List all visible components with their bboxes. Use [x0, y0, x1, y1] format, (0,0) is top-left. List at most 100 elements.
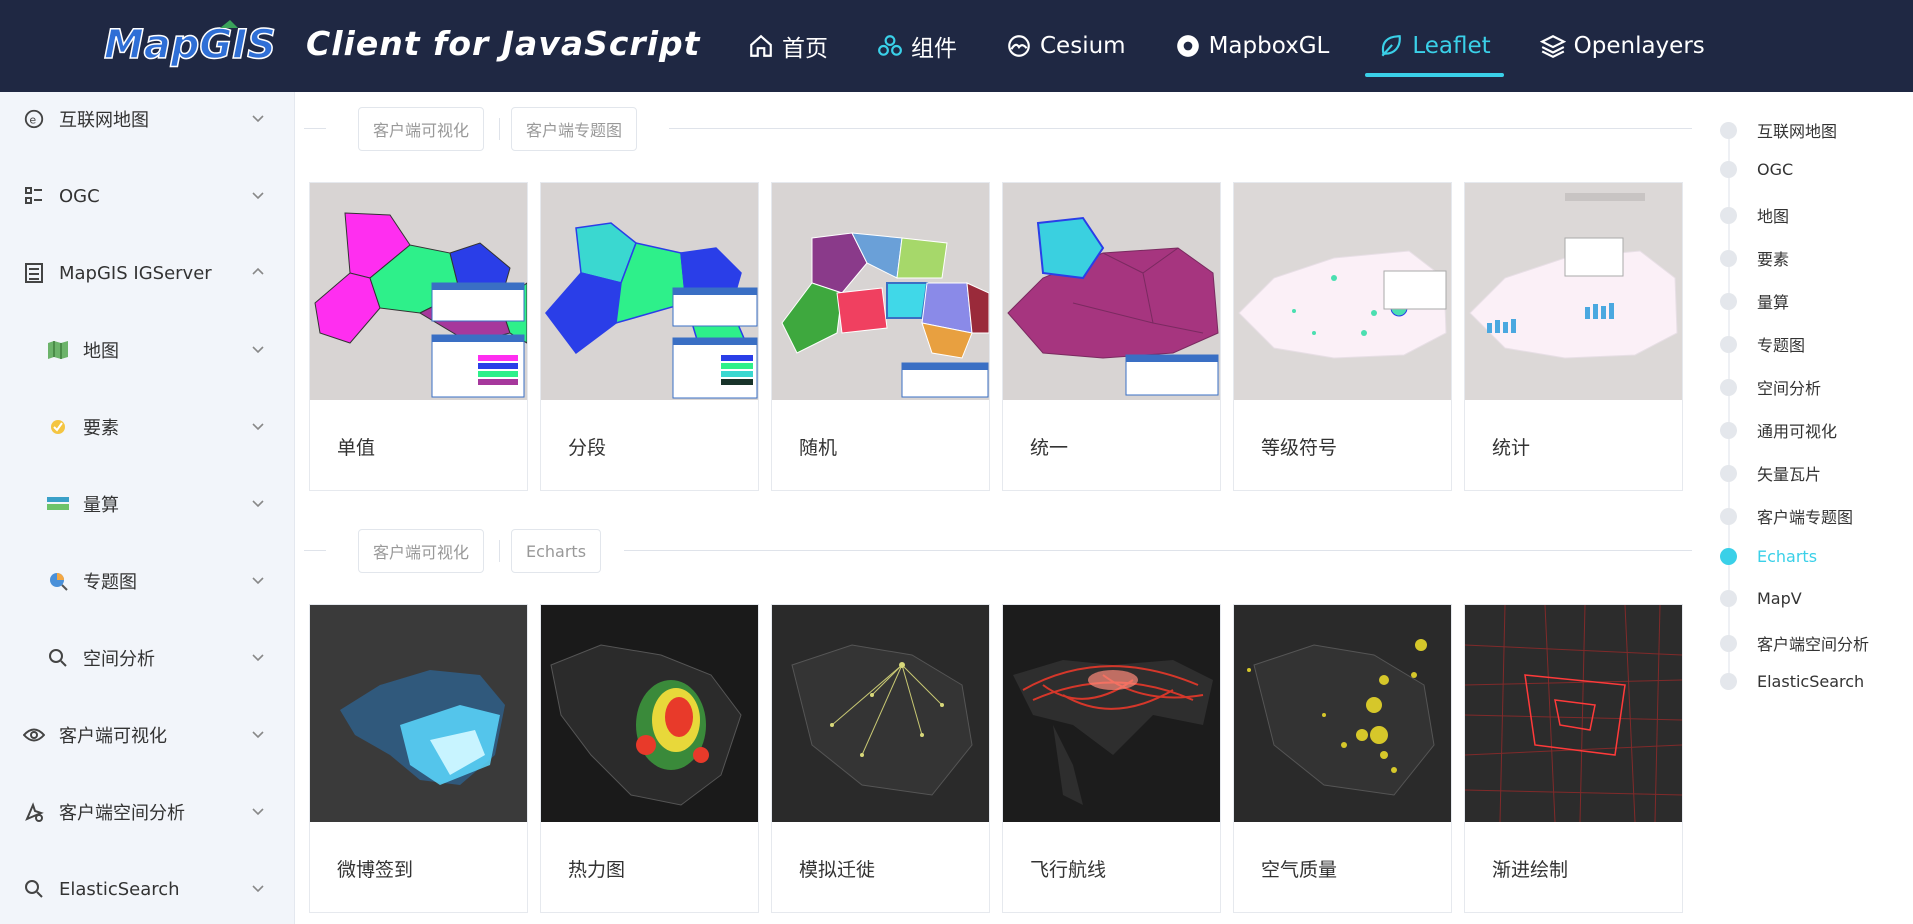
- sidebar-item-igserver[interactable]: MapGIS IGServer: [0, 248, 294, 298]
- anchor-item-measure[interactable]: 量算: [1720, 289, 1789, 313]
- sidebar-item-label: 空间分析: [83, 649, 155, 670]
- nav-mapboxgl[interactable]: MapboxGL: [1162, 0, 1343, 92]
- sidebar-item-internet-map[interactable]: e 互联网地图: [0, 94, 294, 144]
- map-icon: [45, 337, 71, 363]
- card-range[interactable]: 分段: [540, 182, 759, 491]
- sidebar-item-label: 量算: [83, 495, 119, 516]
- nav-openlayers[interactable]: Openlayers: [1527, 0, 1718, 92]
- sidebar-item-elasticsearch[interactable]: ElasticSearch: [0, 864, 294, 914]
- anchor-dot: [1720, 206, 1737, 224]
- anchor-dot: [1720, 292, 1737, 310]
- card-heatmap[interactable]: 热力图: [540, 604, 759, 913]
- card-migration[interactable]: 模拟迁徙: [771, 604, 990, 913]
- mapbox-icon: [1176, 35, 1199, 57]
- sidebar-item-thematic[interactable]: 专题图: [0, 556, 294, 606]
- nav-leaflet[interactable]: Leaflet: [1365, 0, 1504, 92]
- nav-cesium[interactable]: Cesium: [993, 0, 1139, 92]
- sidebar-item-label: 互联网地图: [59, 110, 149, 131]
- card-progressive[interactable]: 渐进绘制: [1464, 604, 1683, 913]
- sidebar-item-ogc[interactable]: OGC: [0, 171, 294, 221]
- chevron-down-icon: [252, 654, 264, 662]
- thumb-echarts-migration: [772, 605, 989, 822]
- anchor-item-echarts[interactable]: Echarts: [1720, 547, 1817, 566]
- sidebar-item-feature[interactable]: 要素: [0, 402, 294, 452]
- internet-map-icon: e: [21, 106, 47, 132]
- anchor-dot: [1720, 378, 1737, 396]
- card-label: 微博签到: [337, 859, 414, 881]
- anchor-label: 客户端空间分析: [1757, 635, 1870, 654]
- sidebar-item-client-visual[interactable]: 客户端可视化: [0, 710, 294, 760]
- chip-client-visual[interactable]: 客户端可视化: [358, 107, 485, 151]
- thumb-echarts-flight: [1003, 605, 1220, 822]
- chevron-down-icon: [252, 115, 264, 123]
- sidebar-item-map[interactable]: 地图: [0, 325, 294, 375]
- anchor-label: 要素: [1757, 250, 1790, 269]
- card-label: 飞行航线: [1030, 859, 1107, 881]
- card-unique[interactable]: 单值: [309, 182, 528, 491]
- section-divider: [669, 128, 1692, 129]
- chevron-down-icon: [252, 192, 264, 200]
- leaf-icon: [1381, 35, 1402, 57]
- anchor-item-feature[interactable]: 要素: [1720, 246, 1789, 270]
- sidebar-item-label: OGC: [59, 185, 100, 207]
- anchor-item-vector-tile[interactable]: 矢量瓦片: [1720, 461, 1821, 485]
- sidebar-item-measure[interactable]: 量算: [0, 479, 294, 529]
- sidebar-item-client-analysis[interactable]: 客户端空间分析: [0, 787, 294, 837]
- card-label: 热力图: [568, 859, 626, 881]
- chip-client-thematic[interactable]: 客户端专题图: [511, 107, 638, 151]
- sidebar-item-label: ElasticSearch: [59, 878, 180, 900]
- nav-openlayers-label: Openlayers: [1573, 33, 1705, 59]
- anchor-item-ogc[interactable]: OGC: [1720, 160, 1793, 179]
- card-weibo[interactable]: 微博签到: [309, 604, 528, 913]
- section-divider: [304, 128, 326, 129]
- main-content: 客户端可视化 客户端专题图 单值 分段 随机 统一 等级符号 统计 客户端可视化…: [296, 92, 1696, 924]
- card-stat-chart[interactable]: 统计: [1464, 182, 1683, 491]
- anchor-nav: 互联网地图 OGC 地图 要素 量算 专题图 空间分析 通用可视化 矢量瓦片 客…: [1696, 92, 1913, 924]
- sidebar-item-label: 要素: [83, 418, 119, 439]
- sidebar-item-spatial-analysis[interactable]: 空间分析: [0, 633, 294, 683]
- sidebar-item-label: 客户端可视化: [59, 726, 167, 747]
- card-random[interactable]: 随机: [771, 182, 990, 491]
- search-icon: [21, 876, 47, 902]
- anchor-item-client-thematic[interactable]: 客户端专题图: [1720, 504, 1853, 528]
- card-label: 等级符号: [1261, 437, 1338, 459]
- anchor-item-client-analysis[interactable]: 客户端空间分析: [1720, 631, 1869, 655]
- logo-text: MapGIS: [104, 22, 276, 68]
- card-graduated[interactable]: 等级符号: [1233, 182, 1452, 491]
- chip-echarts[interactable]: Echarts: [511, 529, 602, 573]
- nav-home-label: 首页: [782, 36, 828, 62]
- anchor-dot: [1720, 161, 1737, 178]
- main-nav: 首页 组件 Cesium MapboxGL Leaflet Openlayers: [735, 0, 1741, 92]
- anchor-dot: [1720, 507, 1737, 525]
- thumb-thematic-random: [772, 183, 989, 400]
- chevron-down-icon: [252, 500, 264, 508]
- anchor-item-map[interactable]: 地图: [1720, 203, 1789, 227]
- card-label: 随机: [799, 437, 838, 459]
- sidebar-item-label: MapGIS IGServer: [59, 262, 212, 284]
- measure-icon: [45, 491, 71, 517]
- card-flight[interactable]: 飞行航线: [1002, 604, 1221, 913]
- anchor-item-elasticsearch[interactable]: ElasticSearch: [1720, 672, 1864, 691]
- mapgis-logo[interactable]: MapGIS: [102, 16, 290, 74]
- cesium-icon: [1008, 35, 1030, 57]
- anchor-item-thematic[interactable]: 专题图: [1720, 332, 1805, 356]
- anchor-item-common-visual[interactable]: 通用可视化: [1720, 418, 1837, 442]
- card-air-quality[interactable]: 空气质量: [1233, 604, 1452, 913]
- anchor-dot: [1720, 421, 1737, 439]
- nav-components[interactable]: 组件: [864, 0, 970, 92]
- anchor-item-internet-map[interactable]: 互联网地图: [1720, 118, 1837, 142]
- anchor-item-mapv[interactable]: MapV: [1720, 589, 1802, 608]
- sidebar-item-label: 地图: [83, 341, 119, 362]
- chip-separator: [499, 118, 500, 140]
- card-uniform[interactable]: 统一: [1002, 182, 1221, 491]
- thematic-icon: [45, 568, 71, 594]
- thumb-thematic-range: [541, 183, 758, 400]
- card-label: 分段: [568, 437, 607, 459]
- nav-home[interactable]: 首页: [735, 0, 841, 92]
- anchor-item-spatial-analysis[interactable]: 空间分析: [1720, 375, 1821, 399]
- ogc-icon: [21, 183, 47, 209]
- svg-text:e: e: [29, 114, 36, 127]
- chip-client-visual[interactable]: 客户端可视化: [358, 529, 485, 573]
- thumb-echarts-heatmap: [541, 605, 758, 822]
- anchor-dot: [1720, 590, 1737, 607]
